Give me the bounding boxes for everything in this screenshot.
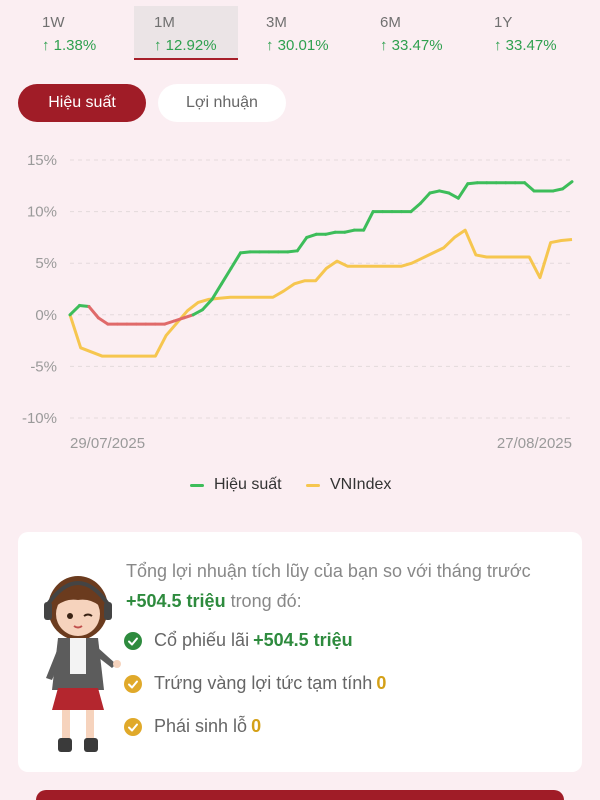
summary-suffix: trong đó: xyxy=(225,591,302,611)
profit-summary-card: Tổng lợi nhuận tích lũy của bạn so với t… xyxy=(18,532,582,772)
series-performance-segment xyxy=(409,201,422,214)
period-tab-6m[interactable]: 6M ↑ 33.47% xyxy=(360,6,464,60)
line-chart-svg: 15% 10% 5% 0% -5% -10% 29/07/2025 27/08/2025 xyxy=(22,152,574,452)
legend-label: VNIndex xyxy=(330,476,392,493)
y-tick-label: 0% xyxy=(35,307,57,324)
mascot-girl-icon xyxy=(44,576,121,752)
legend-swatch-yellow xyxy=(306,483,320,487)
period-selector: 1W ↑ 1.38% 1M ↑ 12.92% 3M ↑ 30.01% 6M ↑ … xyxy=(0,0,600,66)
row-value: 0 xyxy=(251,716,262,736)
check-circle-icon xyxy=(124,631,142,650)
series-performance-segment xyxy=(295,235,309,253)
series-performance-segment xyxy=(229,251,242,270)
period-tab-3m[interactable]: 3M ↑ 30.01% xyxy=(246,6,350,60)
legend-item-vnindex: VNIndex xyxy=(306,476,391,494)
row-label: Cổ phiếu lãi xyxy=(154,630,250,650)
series-performance-segment xyxy=(523,181,536,193)
period-label: 1Y xyxy=(494,14,513,31)
row-label: Trứng vàng lợi tức tạm tính xyxy=(154,673,373,693)
check-circle-icon xyxy=(124,674,142,693)
row-value: +504.5 triệu xyxy=(253,630,353,650)
series-vnindex-line xyxy=(68,228,573,358)
check-circle-icon xyxy=(124,717,142,736)
summary-row-stocks: Cổ phiếu lãi +504.5 triệu xyxy=(124,630,353,651)
tab-profit[interactable]: Lợi nhuận xyxy=(158,84,286,122)
series-performance-segment xyxy=(362,210,375,232)
period-label: 6M xyxy=(380,14,401,31)
period-tab-1w[interactable]: 1W ↑ 1.38% xyxy=(22,6,126,60)
bottom-action-bar[interactable] xyxy=(36,790,564,800)
y-tick-label: -5% xyxy=(30,358,57,375)
legend-label: Hiệu suất xyxy=(214,476,282,493)
period-change: ↑ 33.47% xyxy=(380,37,443,54)
x-tick-label-start: 29/07/2025 xyxy=(70,435,145,452)
series-performance-segment xyxy=(418,191,432,205)
legend-swatch-green xyxy=(190,483,204,487)
y-tick-label: 10% xyxy=(27,204,57,221)
series-performance-segment xyxy=(220,266,233,286)
tab-performance[interactable]: Hiệu suất xyxy=(18,84,146,122)
x-tick-label-end: 27/08/2025 xyxy=(497,435,572,452)
period-label: 1W xyxy=(42,14,65,31)
summary-row-derivatives: Phái sinh lỗ 0 xyxy=(124,716,261,737)
series-performance-segment xyxy=(68,304,81,317)
performance-chart: 15% 10% 5% 0% -5% -10% 29/07/2025 27/08/2025 xyxy=(0,140,600,460)
series-performance-segment xyxy=(447,191,460,200)
row-value: 0 xyxy=(376,673,387,693)
summary-row-golden-egg: Trứng vàng lợi tức tạm tính 0 xyxy=(124,673,386,694)
legend-item-performance: Hiệu suất xyxy=(190,476,282,494)
period-change: ↑ 12.92% xyxy=(154,37,217,54)
chart-legend: Hiệu suất VNIndex xyxy=(0,476,600,500)
y-tick-label: -10% xyxy=(22,410,57,427)
summary-prefix: Tổng lợi nhuận tích lũy của bạn so với t… xyxy=(126,561,531,581)
summary-text: Tổng lợi nhuận tích lũy của bạn so với t… xyxy=(126,556,566,616)
series-performance-segment xyxy=(456,182,470,200)
period-change: ↑ 1.38% xyxy=(42,37,97,54)
y-tick-label: 5% xyxy=(35,255,57,272)
series-performance-segment xyxy=(191,308,205,317)
summary-total-value: +504.5 triệu xyxy=(126,591,226,611)
series-performance-segment xyxy=(87,305,100,320)
y-tick-label: 15% xyxy=(27,152,57,169)
period-label: 1M xyxy=(154,14,175,31)
series-performance-segment xyxy=(561,180,574,191)
period-change: ↑ 30.01% xyxy=(266,37,329,54)
series-performance-segment xyxy=(96,316,110,326)
period-tab-1y[interactable]: 1Y ↑ 33.47% xyxy=(474,6,578,60)
period-label: 3M xyxy=(266,14,287,31)
row-label: Phái sinh lỗ xyxy=(154,716,248,736)
period-tab-1m[interactable]: 1M ↑ 12.92% xyxy=(134,6,238,60)
period-change: ↑ 33.47% xyxy=(494,37,557,54)
